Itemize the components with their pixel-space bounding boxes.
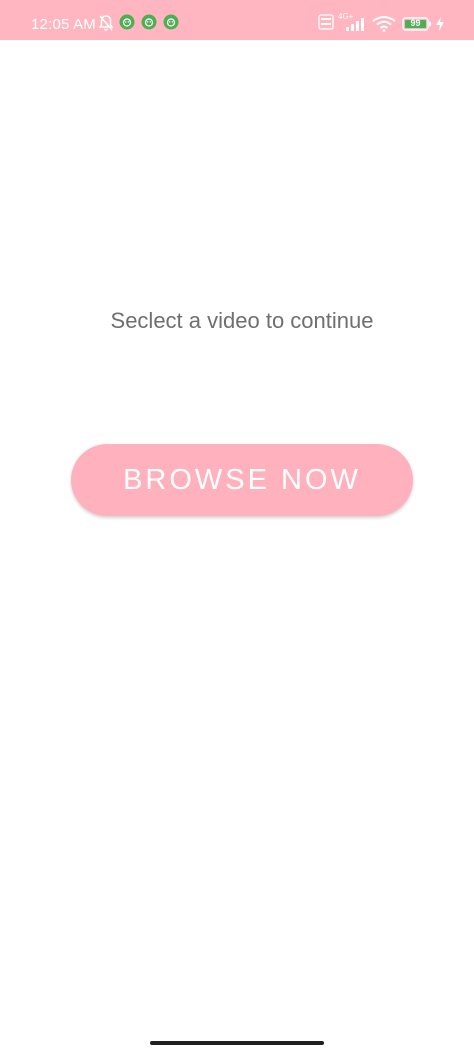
muted-bell-icon (98, 15, 114, 31)
select-video-prompt: Seclect a video to continue (110, 308, 374, 333)
charging-icon (436, 17, 444, 31)
signal-icon (346, 18, 364, 31)
battery-level: 99 (410, 18, 421, 28)
app-notification-icon (141, 14, 157, 30)
browse-now-button[interactable]: BROWSE NOW (71, 444, 413, 516)
volte-icon (318, 14, 334, 30)
status-time: 12:05 AM (31, 16, 96, 33)
app-notification-icon (119, 14, 135, 30)
wifi-icon (372, 16, 396, 32)
home-indicator[interactable] (150, 1041, 324, 1045)
app-notification-icon (163, 14, 179, 30)
status-bar: 12:05 AM 4G+ 99 (0, 0, 474, 40)
